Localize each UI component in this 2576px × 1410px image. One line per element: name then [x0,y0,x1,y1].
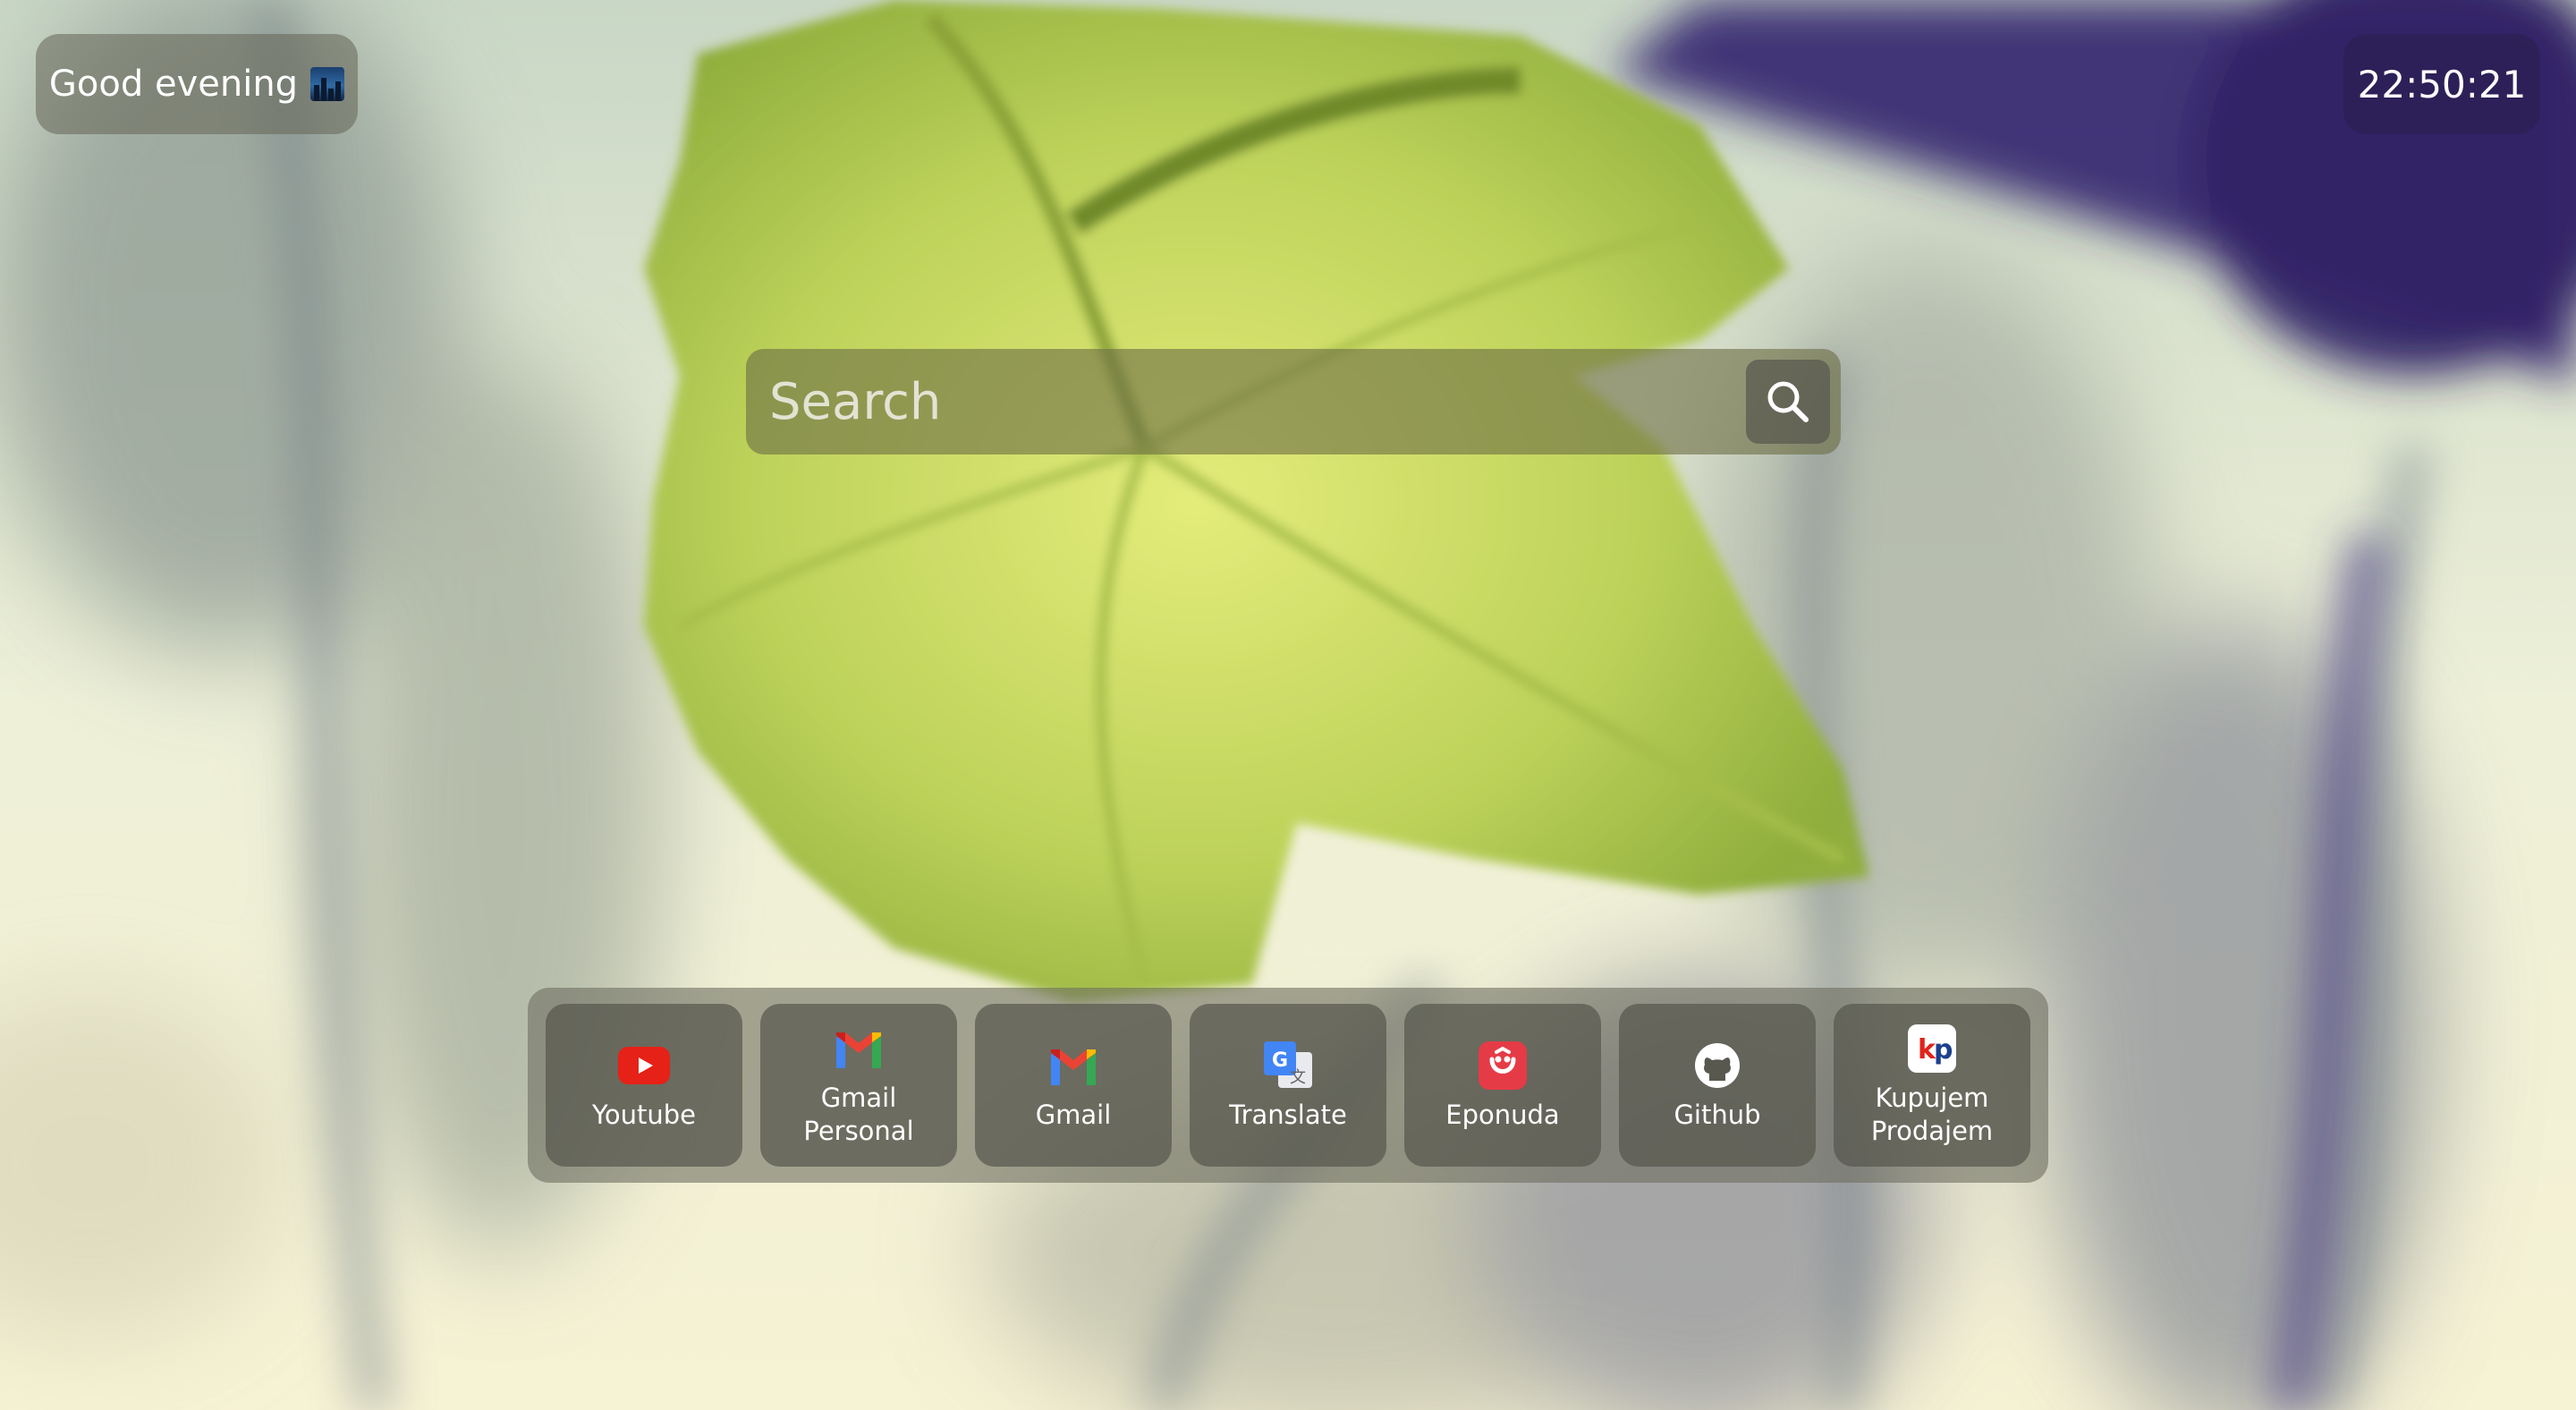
clock-time: 22:50:21 [2357,62,2527,106]
greeting-widget: Good evening [36,34,358,134]
shortcut-label: Eponuda [1445,1099,1560,1130]
shortcut-youtube[interactable]: Youtube [546,1004,742,1167]
shortcut-label: Gmail Personal [803,1083,914,1146]
svg-text:G: G [1272,1049,1288,1072]
gmail-icon [833,1023,885,1074]
background-wallpaper [0,0,2576,1410]
search-icon [1767,381,1809,422]
shortcut-gmail-personal[interactable]: Gmail Personal [760,1004,957,1167]
shortcut-label: Github [1674,1099,1761,1130]
search-input[interactable] [746,348,1746,455]
search-bar [746,348,1841,455]
shortcut-eponuda[interactable]: Eponuda [1404,1004,1601,1167]
youtube-icon [618,1040,670,1091]
gmail-icon [1047,1040,1099,1091]
eponuda-icon [1477,1040,1529,1091]
github-icon [1691,1040,1743,1091]
shortcut-gmail[interactable]: Gmail [975,1004,1172,1167]
greeting-text: Good evening [48,64,299,105]
shortcut-github[interactable]: Github [1619,1004,1816,1167]
search-button[interactable] [1746,360,1830,444]
night-city-emoji-icon [310,67,345,101]
clock-widget: 22:50:21 [2343,34,2540,134]
shortcut-translate[interactable]: G 文 Translate [1190,1004,1386,1167]
shortcut-kupujem-prodajem[interactable]: k p Kupujem Prodajem [1834,1004,2030,1167]
shortcuts-panel: Youtube Gmail Personal Gmail G 文 Transla… [528,988,2048,1183]
shortcut-label: Translate [1229,1099,1347,1130]
shortcut-label: Kupujem Prodajem [1870,1083,1994,1146]
kupujem-prodajem-icon: k p [1906,1023,1958,1074]
svg-text:p: p [1934,1034,1953,1066]
shortcut-label: Gmail [1035,1099,1112,1130]
svg-text:文: 文 [1290,1068,1306,1087]
google-translate-icon: G 文 [1262,1040,1314,1091]
shortcut-label: Youtube [592,1099,696,1130]
